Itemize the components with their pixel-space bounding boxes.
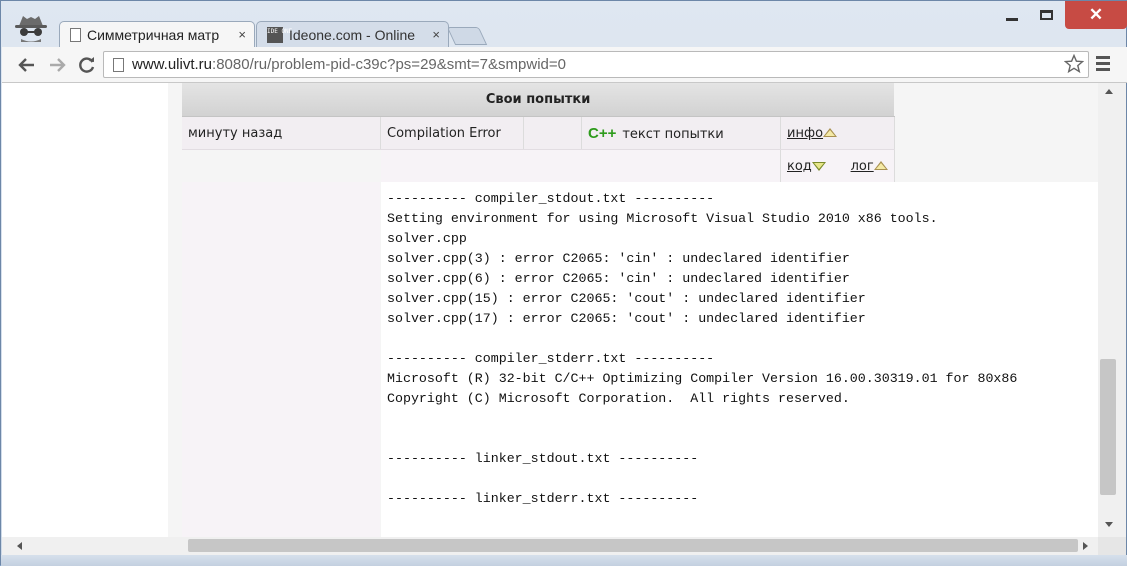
tab-ideone[interactable]: IDE ONE Ideone.com - Online ×	[256, 21, 449, 47]
page-content: Свои попытки минуту назад Compilation Er…	[168, 83, 1098, 537]
close-window-icon: ✕	[1088, 5, 1104, 24]
code-link[interactable]: код	[787, 159, 812, 174]
triangle-down-icon[interactable]	[811, 162, 826, 171]
page-icon	[113, 57, 124, 72]
close-icon[interactable]: ×	[238, 27, 246, 42]
code-log-cell: код лог	[780, 149, 895, 183]
reload-icon	[79, 57, 95, 73]
tab-title: Ideone.com - Online	[289, 26, 416, 43]
info-link[interactable]: инфо	[787, 126, 823, 141]
maximize-button[interactable]	[1031, 1, 1061, 29]
empty-cell	[380, 149, 781, 183]
page-viewport: Свои попытки минуту назад Compilation Er…	[2, 83, 1098, 537]
arrow-left-icon	[18, 58, 34, 72]
scroll-down-icon[interactable]	[1105, 522, 1113, 527]
attempt-view-text: C++ текст попытки	[581, 116, 781, 150]
new-tab-button[interactable]	[446, 27, 488, 45]
compile-log-text: ---------- compiler_stdout.txt ---------…	[387, 191, 1018, 506]
reload-button[interactable]	[76, 55, 98, 75]
attempt-time: минуту назад	[182, 116, 381, 150]
scroll-left-icon[interactable]	[17, 542, 22, 550]
minimize-button[interactable]	[997, 1, 1027, 29]
menu-icon-bar	[1096, 62, 1110, 65]
address-bar[interactable]: www.ulivt.ru:8080/ru/problem-pid-c39c?ps…	[103, 51, 1089, 78]
log-link[interactable]: лог	[851, 159, 874, 174]
attempt-status: Compilation Error	[380, 116, 524, 150]
bookmark-star-icon[interactable]	[1064, 54, 1084, 74]
scroll-right-icon[interactable]	[1083, 542, 1088, 550]
horizontal-scrollbar[interactable]	[2, 537, 1098, 555]
vertical-scroll-thumb[interactable]	[1100, 359, 1116, 495]
cpp-logo-icon: C++	[588, 124, 617, 142]
empty-cell	[182, 149, 381, 183]
vertical-scrollbar[interactable]	[1098, 83, 1126, 537]
menu-icon	[1096, 56, 1110, 59]
scrollbar-corner	[1098, 537, 1126, 555]
forward-button[interactable]	[46, 55, 68, 75]
compile-log: ---------- compiler_stdout.txt ---------…	[381, 182, 1098, 537]
minimize-icon	[1006, 17, 1018, 21]
tab-symmetric-matrix[interactable]: Симметричная матр ×	[59, 21, 255, 47]
page-margin	[2, 83, 168, 537]
browser-toolbar: www.ulivt.ru:8080/ru/problem-pid-c39c?ps…	[2, 47, 1127, 83]
document-icon	[70, 27, 81, 42]
scroll-up-icon[interactable]	[1105, 89, 1113, 94]
attempts-table: Свои попытки минуту назад Compilation Er…	[182, 83, 895, 183]
table-row: минуту назад Compilation Error C++ текст …	[182, 116, 895, 150]
arrow-right-icon	[50, 58, 66, 72]
window-bottom-edge	[1, 555, 1127, 566]
incognito-icon	[15, 16, 47, 42]
menu-icon-bar	[1096, 68, 1110, 71]
back-button[interactable]	[16, 55, 38, 75]
close-window-button[interactable]: ✕	[1065, 1, 1127, 29]
maximize-icon	[1039, 10, 1053, 20]
attempt-empty-cell	[523, 116, 582, 150]
url-path: :8080/ru/problem-pid-c39c?ps=29&smt=7&sm…	[212, 56, 566, 73]
table-row: код лог	[182, 149, 895, 183]
tab-strip: Симметричная матр × IDE ONE Ideone.com -…	[1, 1, 1127, 47]
chrome-menu-button[interactable]	[1096, 56, 1110, 74]
tab-title: Симметричная матр	[87, 26, 220, 43]
horizontal-scroll-thumb[interactable]	[188, 539, 1078, 552]
triangle-up-icon[interactable]	[873, 161, 888, 170]
view-text-label: текст попытки	[622, 126, 724, 142]
url-host: www.ulivt.ru	[132, 56, 213, 73]
log-left-cell	[182, 182, 380, 537]
attempts-header: Свои попытки	[182, 83, 895, 117]
triangle-up-icon[interactable]	[823, 127, 838, 137]
browser-window: Симметричная матр × IDE ONE Ideone.com -…	[0, 0, 1127, 566]
info-cell: инфо	[780, 116, 895, 150]
ideone-icon: IDE ONE	[267, 26, 292, 43]
close-icon[interactable]: ×	[432, 27, 440, 42]
